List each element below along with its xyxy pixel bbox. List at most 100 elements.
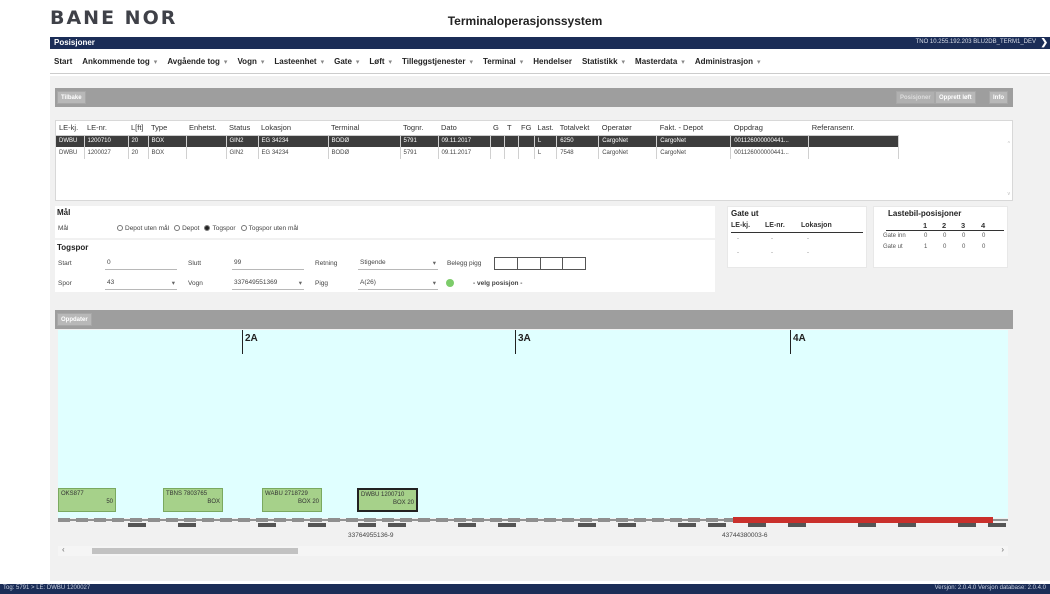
gate-ut-cell: - (771, 250, 773, 256)
main-menu: Start Ankommende tog ▾ Avgående tog ▾ Vogn ▾ La… (50, 50, 1050, 74)
menu-item-lasteenhet[interactable]: Lasteenhet ▾ (274, 57, 324, 66)
radio-label: Depot (182, 225, 200, 232)
pigg-slot[interactable] (563, 258, 585, 269)
module-title: Posisjoner (54, 38, 95, 47)
table-cell (808, 135, 900, 147)
load-unit-wagon[interactable]: TBNS 7803765 BOX (163, 488, 223, 512)
retning-select[interactable]: Stigende ▾ (358, 259, 438, 270)
bogie-icon (988, 523, 1006, 527)
mal-radio-option[interactable]: Togspor (204, 225, 236, 232)
menu-item-label: Gate (334, 57, 352, 66)
wagon-segment (238, 518, 250, 522)
load-unit-wagon[interactable]: OKS877 50 (58, 488, 116, 512)
mal-radio-option[interactable]: Depot (174, 225, 199, 232)
positions-button[interactable]: Posisjoner (896, 91, 935, 104)
menu-item-administrasjon[interactable]: Administrasjon ▾ (695, 57, 761, 66)
spor-select[interactable]: 43 ▾ (105, 279, 177, 290)
pigg-slot[interactable] (541, 258, 564, 269)
mal-radio-option[interactable]: Togspor uten mål (240, 225, 298, 232)
menu-item-terminal[interactable]: Terminal ▾ (483, 57, 523, 66)
start-label: Start (58, 260, 72, 267)
chevron-down-icon: ▾ (260, 59, 265, 66)
wagon-line-1: OKS877 (61, 491, 84, 497)
table-cell: 7548 (556, 147, 600, 159)
update-button[interactable]: Oppdater (57, 313, 92, 326)
lastebil-cell: 0 (982, 233, 986, 239)
vogn-select[interactable]: 337649551369 ▾ (232, 279, 304, 290)
scroll-right-icon[interactable]: › (1001, 545, 1004, 554)
chevron-down-icon: ▾ (171, 280, 175, 287)
lastebil-row-label: Gate ut (883, 244, 903, 250)
start-input[interactable]: 0 (105, 259, 177, 270)
menu-item-ankommende-tog[interactable]: Ankommende tog ▾ (82, 57, 157, 66)
column-header: L[ft] (128, 121, 148, 136)
radio-icon[interactable] (204, 225, 211, 231)
table-cell: 5791 (400, 135, 439, 147)
menu-item-start[interactable]: Start (54, 57, 72, 66)
table-row[interactable]: DWBU 1200710 20 BOX GIN2 EG 34234 BODØ 5791 09.1… (56, 135, 900, 147)
menu-item-avgående-tog[interactable]: Avgående tog ▾ (167, 57, 227, 66)
wagon-segment (598, 518, 610, 522)
belegg-pigg-boxes[interactable] (494, 257, 586, 270)
expand-arrow-icon[interactable]: ❯ (1040, 37, 1048, 48)
togspor-heading: Togspor (57, 243, 89, 252)
mal-radio-option[interactable]: Depot uten mål (117, 225, 169, 232)
table-cell (504, 147, 519, 159)
table-cell: CargoNet (598, 135, 658, 147)
wagon-segment (688, 518, 700, 522)
column-header: Type (148, 121, 186, 136)
track-marker-label: 3A (518, 333, 531, 344)
horizontal-scrollbar[interactable]: ‹ › (58, 545, 1008, 556)
positions-toolbar: Tilbake Posisjoner Opprett løft Info (55, 88, 1013, 107)
gate-ut-cell: - (807, 250, 809, 256)
table-row[interactable]: DWBU 1200027 20 BOX GIN2 EG 34234 BODØ 5791 09.1… (56, 147, 900, 159)
table-cell: CargoNet (656, 147, 732, 159)
scroll-thumb[interactable] (92, 548, 298, 554)
lastebil-row: Gate inn 0 0 0 0 (883, 231, 1004, 242)
slutt-input[interactable]: 99 (232, 259, 304, 270)
table-cell: CargoNet (598, 147, 658, 159)
wagon-line-1: WABU 2718729 (265, 491, 308, 497)
lastebil-cell: 0 (943, 233, 947, 239)
menu-item-hendelser[interactable]: Hendelser (533, 57, 572, 66)
pigg-slot[interactable] (518, 258, 541, 269)
menu-item-løft[interactable]: Løft ▾ (369, 57, 392, 66)
load-unit-wagon[interactable]: DWBU 1200710 BOX 20 (357, 488, 418, 512)
lastebil-cell: 0 (982, 244, 986, 250)
radio-icon[interactable] (240, 225, 247, 231)
wagon-segment (508, 518, 520, 522)
menu-item-masterdata[interactable]: Masterdata ▾ (635, 57, 685, 66)
gate-ut-col-header: Lokasjon (801, 222, 832, 229)
menu-item-vogn[interactable]: Vogn ▾ (237, 57, 264, 66)
info-button[interactable]: Info (989, 91, 1008, 104)
menu-item-gate[interactable]: Gate ▾ (334, 57, 359, 66)
table-cell (518, 135, 535, 147)
table-cell (518, 147, 535, 159)
wagon-segment (58, 518, 70, 522)
table-cell: 001126000000441... (730, 135, 810, 147)
scroll-left-icon[interactable]: ‹ (62, 545, 65, 554)
pigg-slot[interactable] (495, 258, 518, 269)
vogn-value: 337649551369 (234, 279, 278, 286)
lastebil-table: 1 2 3 4 Gate inn 0 0 0 0 Gate ut 1 0 0 0 (883, 220, 1004, 253)
scroll-up-icon[interactable]: ^ (1008, 141, 1010, 147)
menu-item-tilleggstjenester[interactable]: Tilleggstjenester ▾ (402, 57, 473, 66)
table-cell: 5791 (400, 147, 439, 159)
train-wagon-strip[interactable] (58, 516, 1008, 530)
table-cell: GIN2 (226, 135, 259, 147)
wagon-segment (616, 518, 628, 522)
pigg-select[interactable]: A(26) ▾ (358, 279, 438, 290)
radio-icon[interactable] (117, 225, 123, 231)
scroll-down-icon[interactable]: v (1008, 191, 1011, 197)
bogie-icon (388, 523, 406, 527)
menu-item-statistikk[interactable]: Statistikk ▾ (582, 57, 625, 66)
back-button[interactable]: Tilbake (57, 91, 86, 104)
lastebil-heading: Lastebil-posisjoner (888, 209, 962, 218)
wagon-segment (562, 518, 574, 522)
create-lift-button[interactable]: Opprett løft (935, 91, 976, 104)
wagon-segment (76, 518, 88, 522)
chevron-down-icon: ▾ (320, 59, 325, 66)
radio-icon[interactable] (174, 225, 181, 231)
connection-info: TNO 10.255.192.203 BLU2DB_TERM1_DEV (915, 39, 1036, 45)
load-unit-wagon[interactable]: WABU 2718729 BOX 20 (262, 488, 322, 512)
